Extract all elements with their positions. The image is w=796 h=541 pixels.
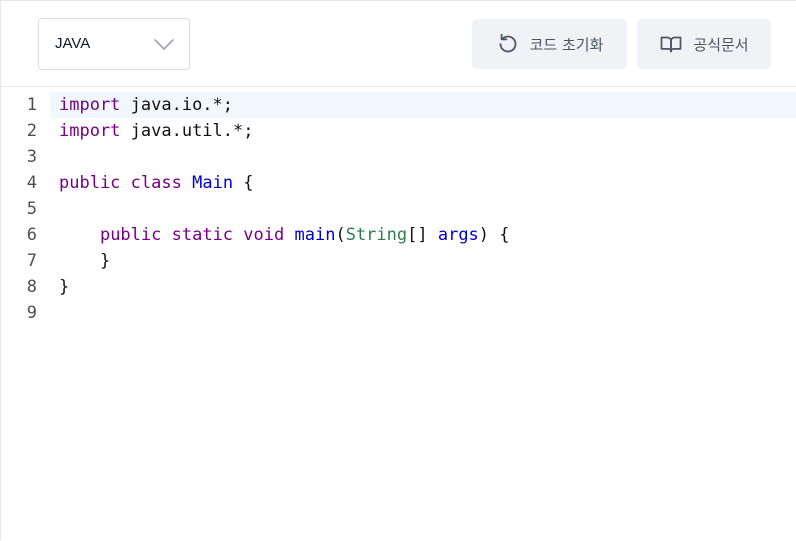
- code-token: String: [345, 225, 408, 245]
- code-token: static: [171, 225, 234, 245]
- chevron-down-icon: [154, 39, 174, 50]
- code-token: ) {: [478, 225, 510, 245]
- code-token: Main: [192, 173, 234, 193]
- line-number: 2: [26, 121, 37, 141]
- code-line[interactable]: 5: [1, 196, 796, 222]
- code-token: class: [130, 173, 182, 193]
- code-token: {: [233, 173, 254, 193]
- code-line[interactable]: 2 import java.util.*;: [1, 118, 796, 144]
- line-number: 7: [26, 251, 37, 271]
- code-token: args: [437, 225, 479, 245]
- code-line[interactable]: 1 import java.io.*;: [1, 92, 796, 118]
- line-number: 1: [26, 95, 37, 115]
- code-token: import: [59, 121, 121, 141]
- code-token: (: [335, 225, 346, 245]
- code-token: public: [59, 173, 121, 193]
- code-line-text: public class Main {: [59, 170, 254, 196]
- official-docs-button[interactable]: 공식문서: [637, 19, 771, 69]
- code-line[interactable]: 3: [1, 144, 796, 170]
- code-token: import: [59, 95, 121, 115]
- editor-toolbar: JAVA 코드 초기화 공식문서: [1, 1, 796, 87]
- code-line-text: import java.io.*;: [59, 92, 233, 118]
- line-number: 4: [26, 173, 37, 193]
- code-token: java.io.*;: [120, 95, 234, 115]
- reset-code-label: 코드 초기화: [529, 35, 604, 54]
- line-number: 6: [26, 225, 37, 245]
- code-line[interactable]: 4 public class Main {: [1, 170, 796, 196]
- code-line-text: }: [59, 248, 110, 274]
- line-number: 8: [26, 277, 37, 297]
- code-token: void: [243, 225, 285, 245]
- line-number: 5: [26, 199, 37, 219]
- code-editor-panel: JAVA 코드 초기화 공식문서 1 import java.io.*; 2 impo…: [0, 0, 796, 540]
- code-line-text: public static void main(String[] args) {: [59, 222, 510, 248]
- code-token: main: [294, 225, 336, 245]
- code-token: }: [59, 251, 111, 271]
- official-docs-label: 공식문서: [693, 35, 749, 54]
- reset-code-button[interactable]: 코드 초기화: [472, 19, 627, 69]
- rotate-ccw-icon: [499, 33, 516, 53]
- language-select[interactable]: JAVA: [38, 18, 190, 70]
- code-token: []: [407, 225, 438, 245]
- code-line[interactable]: 8}: [1, 274, 796, 300]
- code-line[interactable]: 7 }: [1, 248, 796, 274]
- code-line-text: }: [59, 274, 69, 300]
- code-token: }: [59, 277, 70, 297]
- line-number: 9: [26, 303, 37, 323]
- open-book-icon: [661, 36, 682, 53]
- code-line[interactable]: 6 public static void main(String[] args)…: [1, 222, 796, 248]
- code-line-text: import java.util.*;: [59, 118, 253, 144]
- code-token: java.util.*;: [120, 121, 254, 141]
- code-token: public: [99, 225, 162, 245]
- code-line[interactable]: 9: [1, 300, 796, 326]
- line-number: 3: [26, 147, 37, 167]
- language-select-value: JAVA: [55, 35, 91, 52]
- code-editor[interactable]: 1 import java.io.*; 2 import java.util.*; 3 4…: [1, 88, 796, 541]
